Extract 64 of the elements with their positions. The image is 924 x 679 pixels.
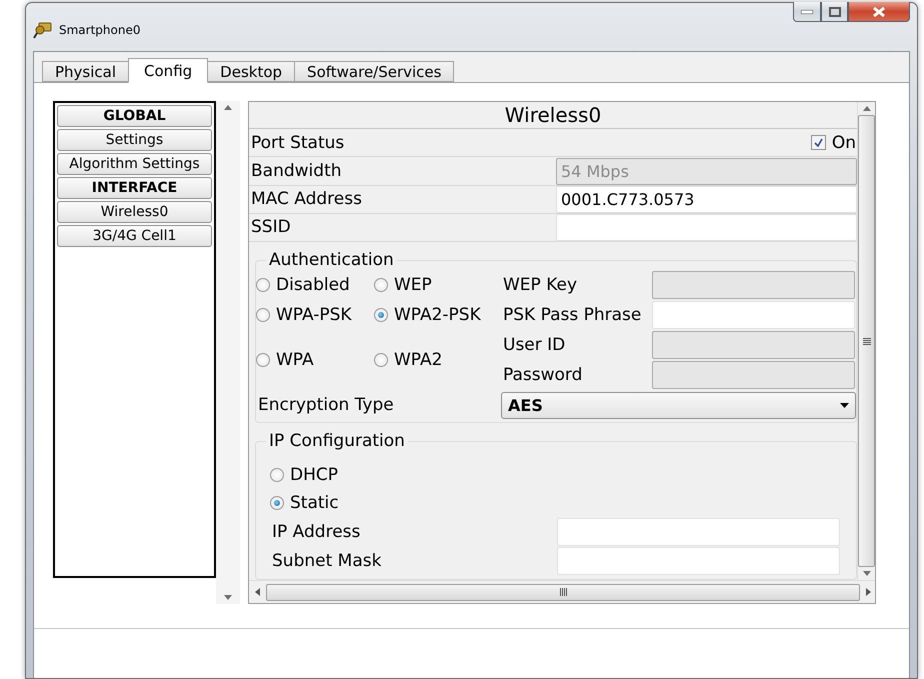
tab[interactable]: Desktop [207, 61, 296, 82]
sidebar-item[interactable]: Settings [57, 129, 212, 151]
grip-icon [862, 338, 870, 344]
section-header[interactable]: INTERFACE [57, 177, 212, 199]
scroll-up-icon[interactable] [862, 106, 870, 111]
field-label: Password [502, 365, 582, 385]
checkmark-icon [814, 138, 823, 148]
field-label: User ID [502, 335, 566, 355]
field-label: PSK Pass Phrase [502, 305, 642, 325]
minimize-button[interactable] [793, 2, 821, 22]
radio-button[interactable] [374, 308, 388, 322]
field-label: Port Status [250, 132, 346, 153]
radio-button[interactable] [270, 468, 284, 482]
radio-label[interactable]: Disabled [276, 275, 350, 295]
sidebar-item[interactable]: Wireless0 [57, 201, 212, 223]
radio-button[interactable] [256, 308, 270, 322]
radio-label[interactable]: WEP [394, 275, 432, 295]
radio-label[interactable]: WPA2-PSK [394, 305, 481, 325]
grip-icon [560, 588, 566, 596]
field-label: MAC Address [250, 189, 363, 210]
field-label: WEP Key [502, 275, 578, 295]
sidebar-item[interactable]: 3G/4G Cell1 [57, 225, 212, 247]
dropdown-caret-icon [840, 402, 849, 408]
radio-label[interactable]: DHCP [290, 465, 338, 485]
radio-button[interactable] [374, 278, 388, 292]
radio-label[interactable]: WPA [276, 350, 314, 370]
close-icon [873, 6, 885, 16]
window-title: Smartphone0 [59, 23, 140, 37]
section-header[interactable]: GLOBAL [57, 105, 212, 127]
radio-label[interactable]: Static [290, 493, 339, 513]
tab[interactable]: Config [128, 58, 208, 83]
sidebar-item[interactable]: Algorithm Settings [57, 153, 212, 175]
radio-label[interactable]: WPA2 [394, 350, 442, 370]
maximize-button[interactable] [821, 2, 848, 22]
minimize-icon [801, 10, 813, 14]
scrollbar[interactable] [857, 102, 875, 580]
checkbox-label: On [832, 132, 856, 153]
field-label: SSID [250, 217, 292, 238]
scroll-down-icon[interactable] [224, 595, 232, 600]
scrollbar[interactable] [216, 101, 240, 604]
radio-label[interactable]: WPA-PSK [276, 305, 352, 325]
maximize-icon [828, 6, 840, 16]
close-button[interactable] [848, 2, 910, 22]
tab[interactable]: Physical [42, 61, 130, 82]
horizontal-scrollbar[interactable] [249, 580, 875, 603]
group-title: Authentication [268, 250, 395, 270]
radio-button[interactable] [270, 496, 284, 510]
text-field[interactable]: 0001.C773.0573 [556, 186, 857, 213]
phone-device-icon [33, 21, 53, 39]
field-label: Bandwidth [250, 161, 343, 182]
scroll-up-icon[interactable] [224, 105, 232, 110]
scroll-right-icon[interactable] [866, 588, 871, 596]
radio-button[interactable] [374, 353, 388, 367]
group-title: IP Configuration [268, 431, 406, 451]
radio-button[interactable] [256, 278, 270, 292]
checkbox[interactable] [810, 135, 826, 150]
tab[interactable]: Software/Services [294, 61, 454, 82]
field-label: Encryption Type [257, 395, 395, 415]
field-label: Subnet Mask [271, 550, 382, 570]
field-label: IP Address [271, 522, 362, 542]
scroll-down-icon[interactable] [862, 571, 870, 576]
encryption-dropdown[interactable]: AES [501, 392, 856, 418]
scroll-left-icon[interactable] [255, 588, 260, 596]
radio-button[interactable] [256, 353, 270, 367]
